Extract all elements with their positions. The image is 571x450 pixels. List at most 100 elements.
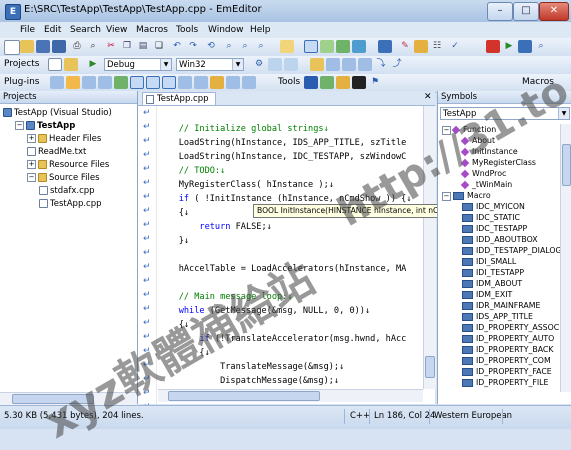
tool-3-icon[interactable] (336, 76, 350, 89)
cut-icon[interactable]: ✂ (104, 40, 118, 53)
plugin-6-icon[interactable] (130, 76, 144, 89)
font-icon[interactable] (414, 40, 428, 53)
plugin-5-icon[interactable] (114, 76, 128, 89)
close-button[interactable]: ✕ (539, 2, 569, 21)
minimize-button[interactable]: – (487, 2, 513, 21)
symbols-vertical-scrollbar[interactable] (560, 124, 571, 392)
plugin-12-icon[interactable] (226, 76, 240, 89)
status-language[interactable]: C++ (350, 411, 370, 421)
symbol-item[interactable]: ID_PROPERTY_FACE (462, 366, 552, 377)
collapse-icon[interactable]: − (27, 173, 36, 182)
menu-macros[interactable]: Macros (134, 23, 170, 37)
expand-icon[interactable]: + (27, 160, 36, 169)
menu-file[interactable]: File (18, 23, 37, 37)
print-preview-icon[interactable]: ⌕ (86, 40, 100, 53)
paste-icon[interactable]: ▤ (136, 40, 150, 53)
split-view-icon[interactable] (352, 40, 366, 53)
scroll-thumb[interactable] (168, 391, 320, 401)
command-prompt-icon[interactable] (352, 76, 366, 89)
marker-icon[interactable]: ✎ (398, 40, 412, 53)
bookmark-prev-icon[interactable] (342, 58, 356, 71)
code-line[interactable]: // TODO:↓ (158, 164, 226, 178)
menu-window[interactable]: Window (206, 23, 246, 37)
tree-item[interactable]: ReadMe.txt (27, 146, 86, 158)
symbol-item[interactable]: ID_PROPERTY_BACK (462, 344, 553, 355)
plugin-2-icon[interactable] (66, 76, 80, 89)
symbol-item[interactable]: ID_PROPERTY_AUTO (462, 333, 554, 344)
open-folder-icon[interactable] (20, 40, 34, 53)
run-macro-icon[interactable]: ▶ (502, 40, 516, 53)
wrap-page-icon[interactable] (336, 40, 350, 53)
tree-item[interactable]: TestApp (Visual Studio) (3, 107, 112, 119)
new-file-icon[interactable] (4, 40, 20, 55)
find-icon[interactable]: ⌕ (222, 40, 236, 53)
menu-search[interactable]: Search (68, 23, 103, 37)
code-line[interactable]: LoadString(hInstance, IDC_TESTAPP, szWin… (158, 150, 407, 164)
symbol-item[interactable]: IDC_STATIC (462, 212, 520, 223)
menu-help[interactable]: Help (248, 23, 273, 37)
app-icon[interactable]: E (5, 4, 21, 20)
collapse-icon[interactable]: − (15, 121, 24, 130)
bookmark-clear-icon[interactable] (358, 58, 372, 71)
bookmark-next-icon[interactable] (326, 58, 340, 71)
print-icon[interactable]: ⎙ (70, 40, 84, 53)
symbol-item[interactable]: IDR_MAINFRAME (462, 300, 540, 311)
symbol-item[interactable]: IDS_APP_TITLE (462, 311, 533, 322)
symbol-item[interactable]: ID_PROPERTY_ASSOC (462, 322, 559, 333)
plugin-9-icon[interactable] (178, 76, 192, 89)
bookmark-icon[interactable] (378, 40, 392, 53)
scroll-thumb[interactable] (562, 144, 571, 186)
plugin-8-icon[interactable] (162, 76, 176, 89)
tool-4-icon[interactable]: ⚑ (368, 76, 382, 89)
save-icon[interactable] (36, 40, 50, 53)
tree-item[interactable]: + Resource Files (27, 159, 109, 171)
new-project-icon[interactable] (48, 58, 62, 71)
symbol-item[interactable]: ID_PROPERTY_FILE (462, 377, 548, 388)
code-line[interactable]: LoadString(hInstance, IDS_APP_TITLE, szT… (158, 136, 407, 150)
find-next-icon[interactable]: ⌕ (238, 40, 252, 53)
code-line[interactable]: // Initialize global strings↓ (158, 122, 329, 136)
plugin-4-icon[interactable] (98, 76, 112, 89)
symbol-item[interactable]: IDI_SMALL (462, 256, 516, 267)
project-settings-icon[interactable]: ⚙ (252, 58, 266, 71)
expand-icon[interactable]: + (27, 134, 36, 143)
symbol-item[interactable]: IDC_TESTAPP (462, 223, 527, 234)
redo-icon[interactable]: ↷ (186, 40, 200, 53)
highlight-icon[interactable] (280, 40, 294, 53)
plugin-10-icon[interactable] (194, 76, 208, 89)
symbol-group[interactable]: − Macro (442, 190, 491, 201)
customize-icon[interactable]: ✓ (448, 40, 462, 53)
find-previous-icon[interactable]: ⌕ (254, 40, 268, 53)
macro-save-icon[interactable] (518, 40, 532, 53)
symbol-item[interactable]: ID_PROPERTY_COM (462, 355, 551, 366)
symbol-item[interactable]: IDM_ABOUT (462, 278, 522, 289)
build-run-icon[interactable]: ▶ (86, 58, 100, 71)
tab-testapp-cpp[interactable]: TestApp.cpp (142, 92, 216, 105)
copy-special-icon[interactable]: ❏ (152, 40, 166, 53)
copy-icon[interactable]: ❐ (120, 40, 134, 53)
plugin-13-icon[interactable] (242, 76, 256, 89)
menu-tools[interactable]: Tools (174, 23, 200, 37)
tree-item[interactable]: − Source Files (27, 172, 100, 184)
status-encoding[interactable]: Western European (434, 411, 512, 421)
tool-1-icon[interactable] (304, 76, 318, 89)
symbol-item[interactable]: IDC_MYICON (462, 201, 525, 212)
plugin-1-icon[interactable] (50, 76, 64, 89)
plugin-11-icon[interactable] (210, 76, 224, 89)
close-tab-icon[interactable]: ✕ (424, 92, 432, 102)
plugin-7-icon[interactable] (146, 76, 160, 89)
platform-combo[interactable]: Win32 ▼ (176, 58, 244, 71)
outline-icon[interactable]: ☷ (430, 40, 444, 53)
menu-edit[interactable]: Edit (42, 23, 63, 37)
wrap-none-icon[interactable] (304, 40, 318, 53)
editor-horizontal-scrollbar[interactable] (158, 389, 423, 402)
undo-all-icon[interactable]: ⟲ (204, 40, 218, 53)
symbol-item[interactable]: WndProc (460, 168, 506, 179)
save-all-icon[interactable] (52, 40, 66, 53)
plugin-3-icon[interactable] (82, 76, 96, 89)
code-line[interactable]: return FALSE;↓ (158, 220, 271, 234)
configuration-combo[interactable]: Debug ▼ (104, 58, 172, 71)
tree-item[interactable]: + Header Files (27, 133, 101, 145)
undo-icon[interactable]: ↶ (170, 40, 184, 53)
code-line[interactable]: {↓ (158, 206, 189, 220)
